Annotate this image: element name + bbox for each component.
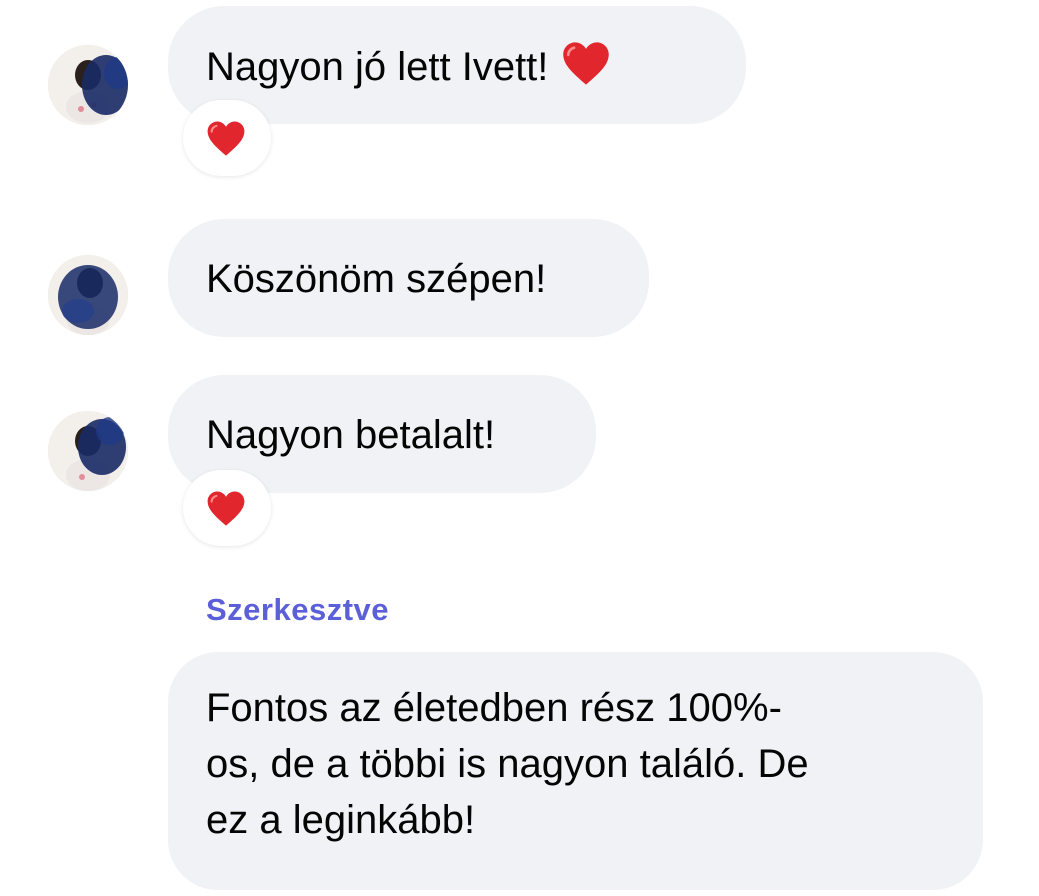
message-bubble[interactable]: Köszönöm szépen! — [168, 219, 649, 337]
heart-icon — [207, 121, 245, 156]
message-text: Köszönöm szépen! — [206, 257, 547, 301]
avatar[interactable] — [48, 411, 128, 491]
message-text: Nagyon betalalt! — [206, 413, 496, 457]
heart-icon — [563, 42, 610, 85]
avatar[interactable] — [48, 255, 128, 335]
avatar-photo — [48, 411, 128, 491]
avatar-photo — [48, 255, 128, 335]
avatar[interactable] — [48, 45, 128, 125]
edited-label[interactable]: Szerkesztve — [206, 592, 389, 628]
message-text-line: ez a leginkább! — [206, 798, 476, 842]
message-text-line: os, de a többi is nagyon találó. De — [206, 742, 809, 786]
reaction-badge[interactable] — [183, 470, 271, 546]
message-text-line: Fontos az életedben rész 100%- — [206, 686, 782, 730]
heart-icon — [207, 491, 245, 526]
message-text: Nagyon jó lett Ivett! — [206, 45, 549, 89]
message-bubble[interactable]: Fontos az életedben rész 100%- os, de a … — [168, 652, 983, 890]
avatar-photo — [48, 45, 128, 125]
reaction-badge[interactable] — [183, 100, 271, 176]
